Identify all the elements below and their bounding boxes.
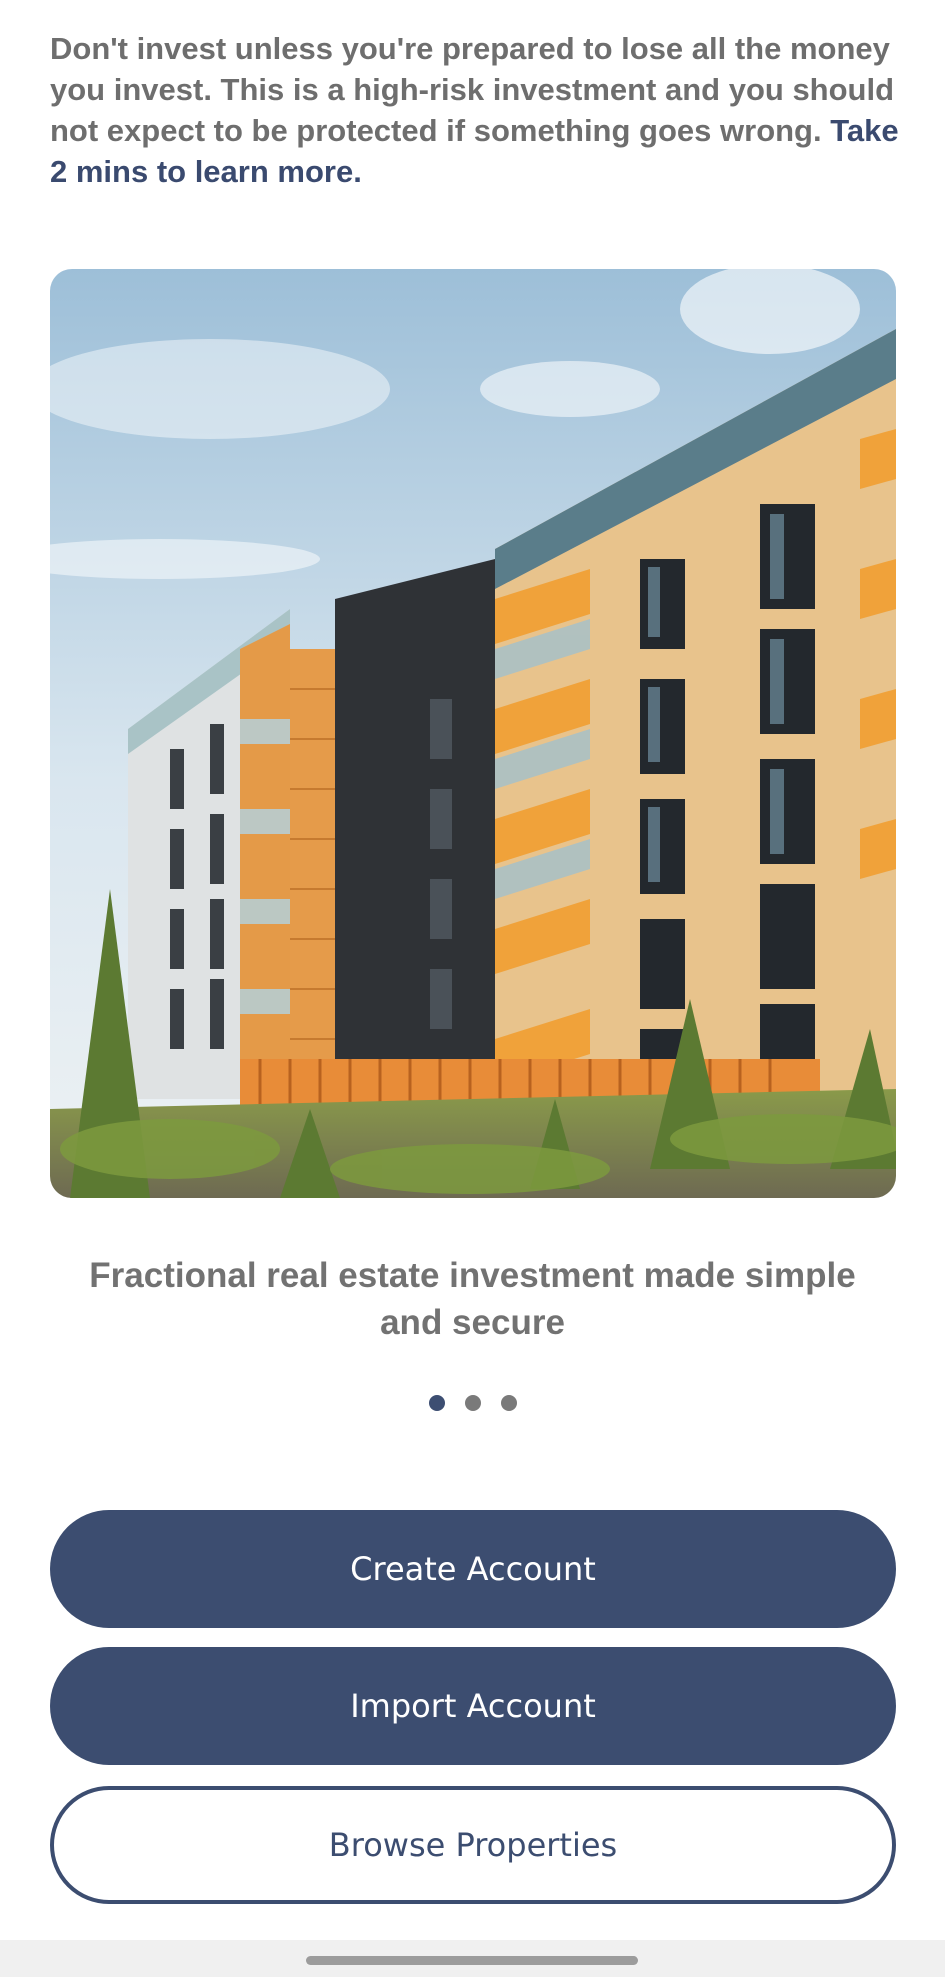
onboarding-screen: Don't invest unless you're prepared to l…	[0, 0, 945, 1977]
home-gesture-handle[interactable]	[306, 1956, 638, 1965]
carousel-dot-3[interactable]	[500, 1395, 517, 1411]
carousel-page-indicator	[0, 1395, 945, 1411]
create-account-button[interactable]: Create Account	[50, 1510, 896, 1628]
create-account-label: Create Account	[350, 1550, 596, 1588]
import-account-button[interactable]: Import Account	[50, 1647, 896, 1765]
apartment-building-illustration	[50, 269, 896, 1198]
system-navigation-bar	[0, 1940, 945, 1977]
import-account-label: Import Account	[350, 1687, 596, 1725]
carousel-dot-2[interactable]	[464, 1395, 481, 1411]
browse-properties-button[interactable]: Browse Properties	[50, 1786, 896, 1904]
carousel-tagline: Fractional real estate investment made s…	[89, 1256, 856, 1342]
browse-properties-label: Browse Properties	[328, 1826, 618, 1864]
risk-warning: Don't invest unless you're prepared to l…	[50, 28, 900, 192]
carousel-dot-1[interactable]	[428, 1395, 445, 1411]
risk-warning-text: Don't invest unless you're prepared to l…	[50, 31, 895, 148]
property-image	[50, 269, 896, 1198]
